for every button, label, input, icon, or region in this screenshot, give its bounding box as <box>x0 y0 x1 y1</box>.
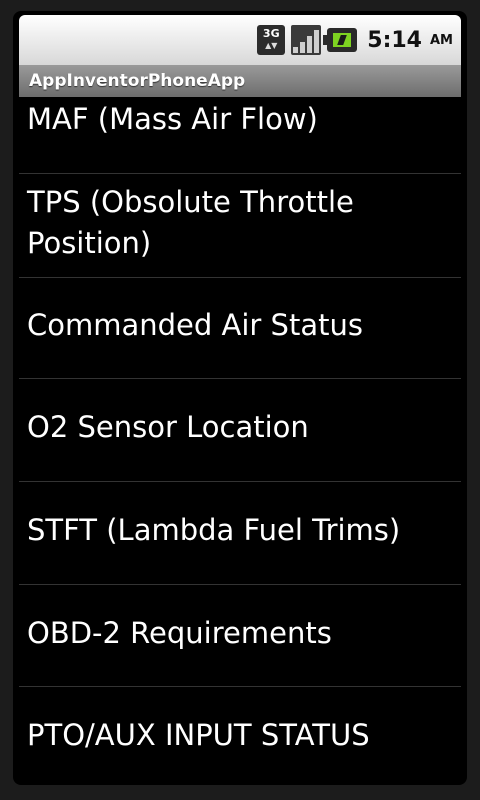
list-divider <box>19 277 461 278</box>
list-item[interactable]: PTO/AUX INPUT STATUS <box>19 715 461 775</box>
list-item[interactable]: OBD-2 Requirements <box>19 613 461 673</box>
status-icons: 3G ▲▼ 5:14 AM <box>257 23 453 57</box>
status-bar: 3G ▲▼ 5:14 AM <box>19 15 461 65</box>
network-label: 3G <box>262 27 280 40</box>
list-divider <box>19 173 461 174</box>
list-item-label: TPS (Obsolute Throttle Position) <box>27 185 354 260</box>
list-divider <box>19 686 461 687</box>
obd-topic-list[interactable]: MAF (Mass Air Flow) TPS (Obsolute Thrott… <box>19 97 461 785</box>
list-item-label: PTO/AUX INPUT STATUS <box>27 718 370 752</box>
list-item-label: OBD-2 Requirements <box>27 616 332 650</box>
list-item[interactable]: MAF (Mass Air Flow) <box>19 99 461 173</box>
list-item[interactable]: O2 Sensor Location <box>19 407 461 467</box>
signal-strength-icon <box>291 25 322 55</box>
list-item[interactable]: TPS (Obsolute Throttle Position) <box>19 182 461 272</box>
app-title: AppInventorPhoneApp <box>19 65 461 97</box>
list-item-label: STFT (Lambda Fuel Trims) <box>27 513 401 547</box>
list-item-label: MAF (Mass Air Flow) <box>27 102 318 136</box>
list-divider <box>19 481 461 482</box>
phone-screen: 3G ▲▼ 5:14 AM AppInventorPhoneApp MAF (M… <box>13 11 467 785</box>
clock-ampm: AM <box>430 32 453 48</box>
battery-charging-icon <box>323 28 358 52</box>
list-divider <box>19 378 461 379</box>
list-item[interactable]: STFT (Lambda Fuel Trims) <box>19 510 461 570</box>
list-item[interactable]: Commanded Air Status <box>19 305 461 365</box>
network-3g-icon: 3G ▲▼ <box>257 25 286 55</box>
clock-time: 5:14 <box>367 27 422 53</box>
list-divider <box>19 584 461 585</box>
list-item-label: Commanded Air Status <box>27 308 363 342</box>
list-item-label: O2 Sensor Location <box>27 410 309 444</box>
